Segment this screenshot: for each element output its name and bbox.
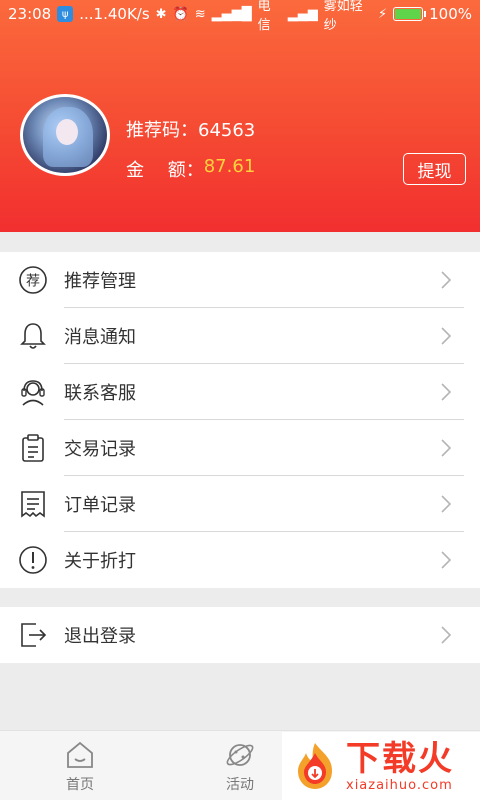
watermark-title: 下载火 — [346, 738, 454, 779]
profile-header: 23:08 ψ ... 1.40K/s ✱ ⏰ ≋ ▂▄▆█ 电信 ▂▄▆ 雾如… — [0, 0, 480, 232]
bluetooth-icon: ✱ — [155, 6, 167, 22]
menu-item-orders[interactable]: 订单记录 — [0, 476, 480, 532]
usb-icon: ψ — [57, 6, 74, 22]
menu-item-notifications[interactable]: 消息通知 — [0, 308, 480, 364]
receipt-icon — [18, 489, 48, 519]
menu-item-transactions[interactable]: 交易记录 — [0, 420, 480, 476]
battery-percent: 100% — [429, 5, 473, 23]
menu-label: 推荐管理 — [64, 271, 136, 292]
referral-value: 64563 — [198, 120, 256, 141]
alarm-icon: ⏰ — [172, 6, 189, 22]
status-bar: 23:08 ψ ... 1.40K/s ✱ ⏰ ≋ ▂▄▆█ 电信 ▂▄▆ 雾如… — [0, 0, 480, 33]
chevron-right-icon — [441, 439, 452, 457]
menu-label: 消息通知 — [64, 327, 136, 348]
menu-label: 关于折打 — [64, 551, 136, 572]
avatar[interactable] — [20, 94, 110, 176]
referral-label: 推荐码： — [126, 120, 198, 141]
status-time: 23:08 — [8, 5, 52, 23]
watermark-url: xiazaihuo.com — [346, 777, 453, 793]
menu-item-customer-service[interactable]: 联系客服 — [0, 364, 480, 420]
info-icon — [18, 545, 48, 575]
logout-section: 退出登录 — [0, 607, 480, 663]
customer-service-icon — [18, 377, 48, 407]
carrier-2: 雾如轻纱 — [323, 0, 363, 33]
menu-item-about[interactable]: 关于折打 — [0, 532, 480, 588]
battery-icon — [393, 7, 427, 21]
status-dots: ... — [79, 5, 94, 23]
account-menu: 荐 推荐管理 消息通知 联系客服 交易记录 订单记录 关于折打 — [0, 252, 480, 588]
nav-activity-label: 活动 — [226, 777, 254, 793]
bell-icon — [18, 321, 48, 351]
chevron-right-icon — [441, 271, 452, 289]
menu-label: 交易记录 — [64, 439, 136, 460]
wifi-icon: ≋ — [194, 6, 206, 22]
home-icon — [67, 741, 93, 768]
menu-item-recommend[interactable]: 荐 推荐管理 — [0, 252, 480, 308]
watermark: 下载火 xiazaihuo.com — [282, 732, 480, 800]
chevron-right-icon — [441, 495, 452, 513]
signal-icon-2: ▂▄▆ — [287, 6, 318, 22]
balance: 金 额： 87.61 — [126, 156, 255, 182]
logout-label: 退出登录 — [64, 626, 136, 647]
nav-activity[interactable]: 活动 — [190, 731, 290, 800]
logout-icon — [18, 620, 48, 650]
menu-label: 联系客服 — [64, 383, 136, 404]
chevron-right-icon — [441, 551, 452, 569]
charging-icon: ⚡ — [378, 6, 388, 22]
fire-logo-icon — [288, 739, 342, 793]
balance-value: 87.61 — [203, 156, 256, 177]
chevron-right-icon — [441, 327, 452, 345]
signal-icon: ▂▄▆█ — [211, 6, 252, 22]
recommend-icon: 荐 — [18, 265, 48, 295]
logout-item[interactable]: 退出登录 — [0, 607, 480, 663]
network-speed: 1.40K/s — [93, 5, 150, 23]
withdraw-button[interactable]: 提现 — [403, 153, 466, 185]
chevron-right-icon — [441, 383, 452, 401]
referral-code: 推荐码：64563 — [126, 116, 255, 142]
svg-text:荐: 荐 — [26, 274, 40, 290]
carrier-1: 电信 — [257, 0, 271, 33]
clipboard-icon — [18, 433, 48, 463]
menu-label: 订单记录 — [64, 495, 136, 516]
nav-home-label: 首页 — [66, 777, 94, 793]
planet-icon — [226, 744, 254, 766]
nav-home[interactable]: 首页 — [30, 731, 130, 800]
balance-label: 金 额： — [126, 160, 204, 181]
chevron-right-icon — [441, 626, 452, 644]
